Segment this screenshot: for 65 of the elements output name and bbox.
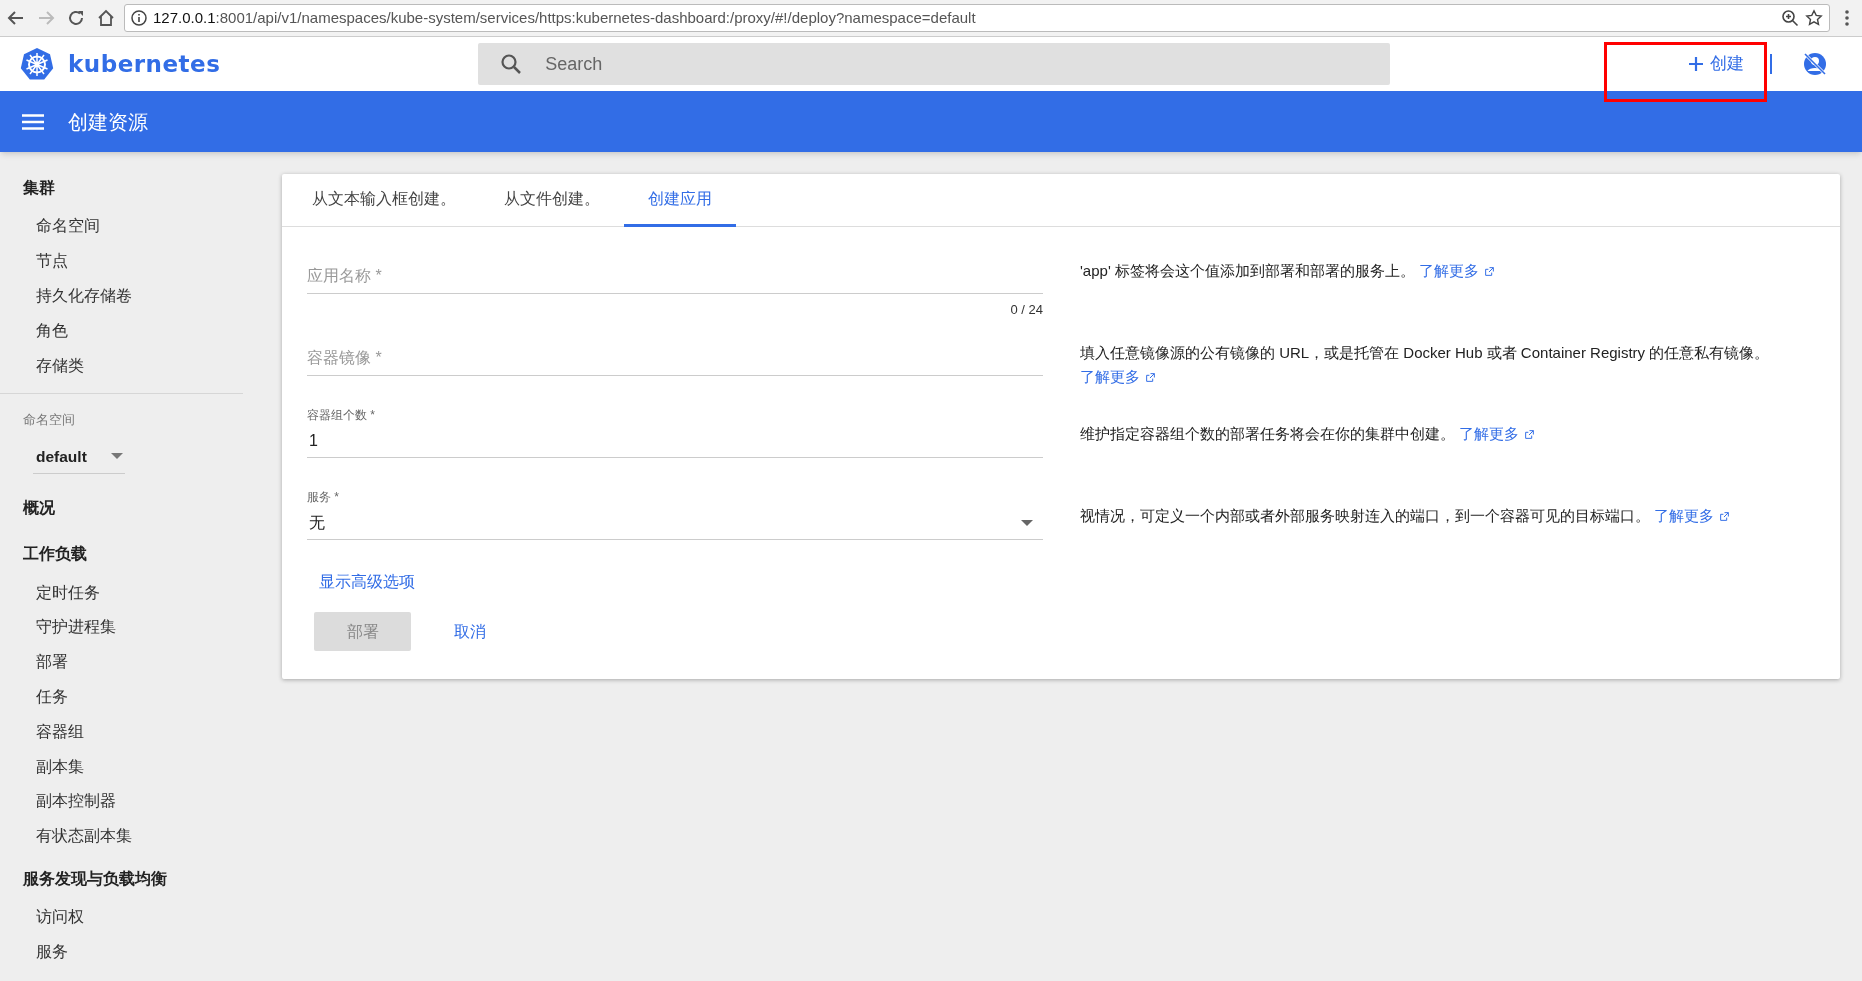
learn-more-link[interactable]: 了解更多	[1654, 504, 1731, 528]
search-field[interactable]: Search	[478, 43, 1391, 85]
learn-more-link[interactable]: 了解更多	[1459, 422, 1536, 446]
menu-icon[interactable]	[22, 113, 44, 130]
help-text: 视情况，可定义一个内部或者外部服务映射连入的端口，到一个容器可见的目标端口。 了解更多	[1080, 504, 1815, 528]
create-button[interactable]: 创建	[1686, 44, 1746, 84]
help-text: 维护指定容器组个数的部署任务将会在你的集群中创建。 了解更多	[1080, 422, 1815, 446]
text-field[interactable]: 应用名称 *	[307, 249, 1043, 294]
learn-more-link[interactable]: 了解更多	[1419, 259, 1496, 283]
namespace-label: 命名空间	[22, 410, 76, 429]
page-title: 创建资源	[68, 109, 148, 135]
external-link-icon	[1719, 510, 1731, 522]
nav-heading[interactable]: 概况	[0, 494, 243, 522]
nav-item[interactable]: 存储类	[0, 347, 243, 383]
cancel-button[interactable]: 取消	[452, 619, 488, 644]
nav-item[interactable]: 访问权	[0, 899, 243, 935]
namespace-select[interactable]: default	[33, 439, 125, 475]
home-icon[interactable]	[96, 8, 116, 28]
nav-heading[interactable]: 服务发现与负载均衡	[0, 865, 243, 893]
field-label: 服务 *	[307, 489, 340, 506]
url-host: 127.0.0.1	[153, 8, 216, 26]
nav-item[interactable]: 守护进程集	[0, 609, 243, 645]
user-hidden-icon[interactable]	[1802, 51, 1828, 77]
dropdown-caret-icon	[111, 453, 123, 460]
plus-icon	[1688, 56, 1704, 72]
more-options-icon[interactable]	[1844, 9, 1850, 27]
url-path: :8001/api/v1/namespaces/kube-system/services/https:kubernetes-dashboard:/proxy/#!/deploy?namespace=default	[215, 8, 976, 26]
external-link-icon	[1145, 371, 1156, 383]
kubernetes-logo-icon[interactable]	[20, 47, 54, 81]
learn-more-link[interactable]: 了解更多	[1080, 365, 1156, 389]
nav-item[interactable]: 定时任务	[0, 574, 243, 610]
external-link-icon	[1484, 265, 1496, 277]
reload-icon[interactable]	[66, 8, 86, 28]
dropdown-caret-icon	[1021, 519, 1033, 526]
nav-item[interactable]: 容器组	[0, 714, 243, 749]
service-select[interactable]: 无	[307, 506, 1043, 540]
logo-text[interactable]: kubernetes	[68, 46, 221, 82]
nav-item[interactable]: 命名空间	[0, 208, 243, 244]
nav-item[interactable]: 副本控制器	[0, 783, 243, 819]
nav-heading[interactable]: 工作负载	[0, 540, 243, 568]
tab[interactable]: 创建应用	[624, 174, 736, 227]
nav-item[interactable]: 角色	[0, 312, 243, 348]
info-icon[interactable]	[131, 10, 147, 26]
nav-item[interactable]: 有状态副本集	[0, 818, 243, 854]
star-icon[interactable]	[1805, 9, 1823, 27]
nav-heading[interactable]: 集群	[0, 174, 243, 202]
tab[interactable]: 从文本输入框创建。	[288, 174, 480, 227]
text-field[interactable]: 容器镜像 *	[307, 331, 1043, 376]
number-field[interactable]: 1	[307, 424, 1043, 458]
character-counter: 0 / 24	[1010, 301, 1043, 319]
help-text: 'app' 标签将会这个值添加到部署和部署的服务上。 了解更多	[1080, 259, 1815, 283]
search-icon	[500, 53, 523, 75]
nav-item[interactable]: 节点	[0, 243, 243, 279]
address-bar[interactable]: 127.0.0.1:8001/api/v1/namespaces/kube-system/services/https:kubernetes-dashboard:/proxy/#!/deploy?namespace=default	[124, 4, 1830, 32]
field-label: 容器组个数 *	[307, 407, 376, 424]
advanced-options-link[interactable]: 显示高级选项	[319, 570, 415, 594]
external-link-icon	[1524, 428, 1536, 440]
nav-item[interactable]: 持久化存储卷	[0, 278, 243, 313]
nav-item[interactable]: 副本集	[0, 748, 243, 784]
nav-item[interactable]: 服务	[0, 934, 243, 970]
nav-item[interactable]: 任务	[0, 679, 243, 714]
nav-item[interactable]: 部署	[0, 644, 243, 680]
zoom-icon[interactable]	[1781, 9, 1799, 27]
tab[interactable]: 从文件创建。	[480, 174, 624, 227]
help-text: 填入任意镜像源的公有镜像的 URL，或是托管在 Docker Hub 或者 Container Registry 的任意私有镜像。 了解更多	[1080, 341, 1815, 389]
